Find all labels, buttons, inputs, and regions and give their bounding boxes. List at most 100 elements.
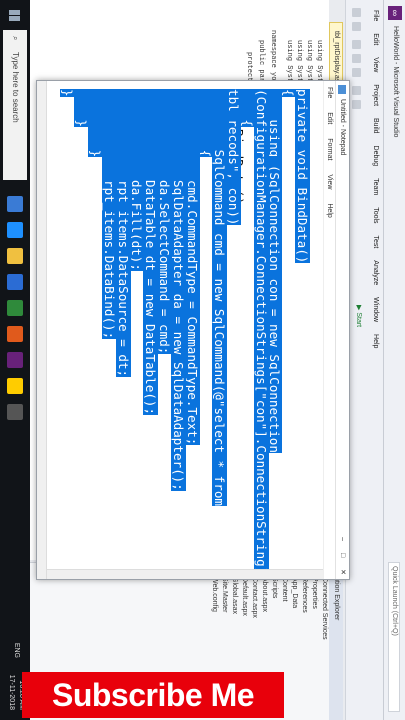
selected-code-text: DataTable dt = new DataTable(); [143,89,159,416]
selected-code-text: da.Fill(dt); [129,89,145,271]
file-explorer-icon[interactable] [7,248,23,264]
notepad-text-area[interactable]: } this.BindData(); private void BindData… [47,81,323,569]
menu-edit[interactable]: Edit [367,33,383,45]
quick-launch-input[interactable]: Quick Launch (Ctrl+Q) [388,562,400,712]
selected-code-text: (ConfigurationManager.ConnectionStrings[… [253,89,269,569]
selected-code-line: using (SqlConnection con = new SqlConnec… [267,89,283,453]
horizontal-scrollbar[interactable] [37,81,47,579]
notepad-menu-help[interactable]: Help [326,203,333,217]
notepad-window[interactable]: Untitled - Notepad – □ ✕ File Edit Forma… [36,80,350,580]
selected-code-line: tbl_recods", con)) [226,89,241,226]
powerpoint-icon[interactable] [7,326,23,342]
minimize-button[interactable]: – [339,537,346,541]
solution-explorer-title: Solution Explorer [329,563,343,720]
visual-studio-icon[interactable] [7,352,23,368]
edge-browser-icon[interactable] [7,222,23,238]
selected-code-text: cmd.CommandType = CommandType.Text; [184,89,200,446]
selected-code-text: } [60,89,76,97]
solution-item[interactable]: References [299,563,309,720]
maximize-button[interactable]: □ [339,553,346,557]
taskbar: ⌕ Type here to search ENG 10:28 AM 17-11… [0,0,30,720]
solution-item[interactable]: Connected Services [319,563,329,720]
selected-code-line: rpt_items.DataBind(); [101,89,117,340]
selected-code-text: } [88,89,103,158]
solution-item[interactable]: App_Data [289,563,299,720]
start-debug-button[interactable]: ▶ Start [355,305,363,327]
menu-debug[interactable]: Debug [367,146,383,167]
selected-code-text: private void BindData() [295,89,310,264]
selected-code-text: } [74,89,90,127]
selected-code-text: { [281,89,297,97]
close-button[interactable]: ✕ [339,569,346,575]
selected-code-text: rpt_items.DataBind(); [101,89,117,340]
chrome-icon[interactable] [7,378,23,394]
selected-code-line: SqlDataAdapter da = new SqlDataAdapter()… [170,89,186,491]
search-placeholder: Type here to search [11,52,20,123]
open-icon[interactable] [352,54,361,63]
selected-code-line: rpt_items.DataSource = dt; [115,89,131,378]
selected-code-line: { [281,89,297,97]
menu-help[interactable]: Help [367,334,383,348]
subscribe-banner[interactable]: Subscribe Me [22,672,284,718]
selected-code-line: DataTable dt = new DataTable(); [143,89,159,416]
vs-menu-bar: File Edit View Project Build Debug Team … [367,0,383,720]
windows-start-icon[interactable] [0,0,30,30]
selected-code-text: da.SelectCommand = cmd; [157,89,172,355]
taskbar-search-input[interactable]: ⌕ Type here to search [3,30,27,180]
solution-item[interactable]: Properties [309,563,319,720]
selected-code-text: tbl_recods", con)) [226,89,241,226]
start-label: Start [355,312,362,328]
redo-icon[interactable] [352,100,361,109]
desktop-screen: ∞ HelloWorld - Microsoft Visual Studio Q… [0,0,405,720]
vertical-scrollbar[interactable] [47,569,323,579]
clock-date: 17-11-2018 [8,674,15,710]
language-indicator[interactable]: ENG [13,643,20,658]
menu-file[interactable]: File [367,10,383,21]
save-icon[interactable] [352,68,361,77]
notepad-menu-view[interactable]: View [326,174,333,189]
camera-icon[interactable] [7,404,23,420]
excel-icon[interactable] [7,300,23,316]
selected-code-line: { [198,89,214,158]
selected-code-line: SqlCommand cmd = new SqlCommand(@"select… [212,89,228,507]
undo-icon[interactable] [352,86,361,95]
selected-code-line: } [60,89,76,97]
search-icon: ⌕ [11,36,20,41]
selected-code-line: } [74,89,90,127]
notepad-menu-edit[interactable]: Edit [326,112,333,124]
menu-tools[interactable]: Tools [367,207,383,223]
forward-icon[interactable] [352,22,361,31]
store-icon[interactable] [7,274,23,290]
window-buttons: – □ ✕ [335,527,349,575]
selected-code-line: private void BindData() [295,89,310,264]
selected-code-text: SqlCommand cmd = new SqlCommand(@"select… [212,89,228,507]
menu-analyze[interactable]: Analyze [367,260,383,285]
subscribe-text: Subscribe Me [51,677,255,713]
menu-test[interactable]: Test [367,236,383,249]
selected-code-text: { [239,89,255,127]
selected-code-line: { [239,89,255,127]
vs-window-title: HelloWorld - Microsoft Visual Studio [392,26,399,138]
selected-code-text: using (SqlConnection con = new SqlConnec… [267,89,283,453]
notepad-title: Untitled - Notepad [339,99,346,156]
selected-code-line: cmd.CommandType = CommandType.Text; [184,89,200,446]
notepad-menu-format[interactable]: Format [326,138,333,160]
selected-code-text: rpt_items.DataSource = dt; [115,89,131,378]
task-view-icon[interactable] [7,196,23,212]
visual-studio-logo-icon: ∞ [388,6,402,20]
selected-code-text: { [198,89,214,158]
notepad-icon [338,85,346,94]
back-icon[interactable] [352,8,361,17]
vs-title-bar: ∞ HelloWorld - Microsoft Visual Studio Q… [383,0,405,720]
menu-window[interactable]: Window [367,297,383,322]
menu-view[interactable]: View [367,57,383,72]
selected-code-line: } [88,89,103,158]
selected-code-line: (ConfigurationManager.ConnectionStrings[… [253,89,269,569]
menu-team[interactable]: Team [367,178,383,195]
menu-build[interactable]: Build [367,118,383,134]
selected-code-line: da.SelectCommand = cmd; [157,89,172,355]
notepad-title-bar: Untitled - Notepad – □ ✕ [335,81,349,579]
menu-project[interactable]: Project [367,84,383,106]
new-file-icon[interactable] [352,40,361,49]
notepad-menu-file[interactable]: File [326,87,333,98]
